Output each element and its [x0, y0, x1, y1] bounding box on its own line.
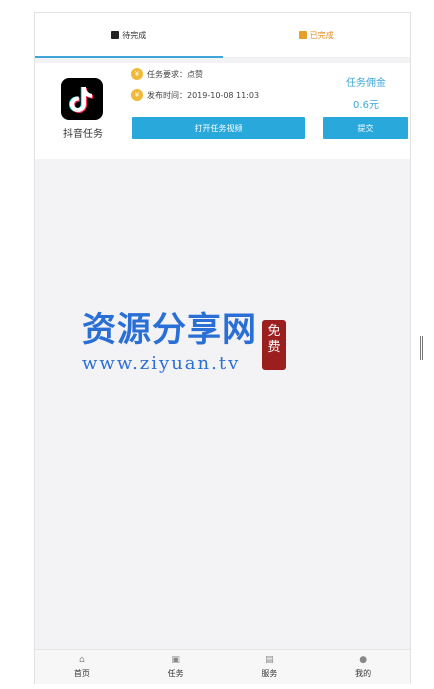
coin-icon: ¥ — [131, 89, 143, 101]
open-task-video-button[interactable]: 打开任务视频 — [132, 117, 305, 139]
nav-service[interactable]: ▤ 服务 — [223, 650, 317, 684]
nav-task[interactable]: ▣ 任务 — [129, 650, 223, 684]
tab-pending-label: 待完成 — [122, 30, 147, 40]
requirement-label: 任务要求： — [147, 69, 187, 79]
coin-icon: ¥ — [131, 68, 143, 80]
list-icon — [111, 31, 120, 39]
nav-mine[interactable]: ● 我的 — [316, 650, 410, 684]
tab-pending[interactable]: 待完成 — [35, 13, 223, 58]
bottom-nav: ⌂ 首页 ▣ 任务 ▤ 服务 ● 我的 — [35, 649, 410, 684]
nav-task-label: 任务 — [167, 668, 184, 678]
publish-time-value: 2019-10-08 11:03 — [187, 90, 260, 100]
status-tabs: 待完成 已完成 — [35, 13, 410, 58]
scroll-handle[interactable] — [420, 336, 424, 360]
watermark-stamp: 免费 — [262, 320, 286, 370]
tab-completed-label: 已完成 — [309, 30, 334, 40]
tab-completed[interactable]: 已完成 — [223, 13, 411, 57]
service-icon: ▤ — [265, 654, 274, 665]
reward-label: 任务佣金 — [346, 78, 386, 89]
publish-time-row: ¥ 发布时间： 2019-10-08 11:03 — [131, 89, 259, 101]
reward-value: 0.6元 — [353, 100, 379, 111]
task-icon: ▣ — [171, 654, 180, 665]
requirement-row: ¥ 任务要求： 点赞 — [131, 68, 203, 80]
task-card: 抖音任务 ¥ 任务要求： 点赞 ¥ 发布时间： 2019-10-08 11:03… — [35, 63, 410, 159]
nav-mine-label: 我的 — [355, 668, 372, 678]
submit-button[interactable]: 提交 — [323, 117, 408, 139]
app-name: 抖音任务 — [63, 129, 103, 140]
nav-service-label: 服务 — [261, 668, 278, 678]
check-icon — [298, 31, 307, 39]
home-icon: ⌂ — [79, 654, 85, 665]
user-icon: ● — [359, 654, 368, 665]
nav-home[interactable]: ⌂ 首页 — [35, 650, 129, 684]
nav-home-label: 首页 — [73, 668, 90, 678]
publish-time-label: 发布时间： — [147, 90, 187, 100]
requirement-value: 点赞 — [187, 69, 203, 79]
tiktok-logo-icon — [61, 78, 103, 120]
